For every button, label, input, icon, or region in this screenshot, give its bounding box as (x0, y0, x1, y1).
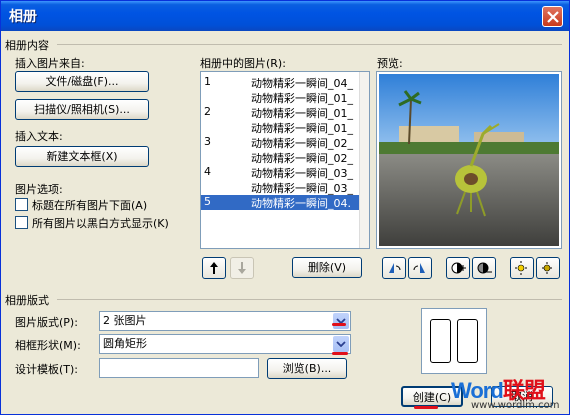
preview-pane (376, 71, 562, 249)
chevron-down-icon[interactable] (333, 336, 349, 352)
design-template-label: 设计模板(T): (15, 363, 79, 376)
contrast-up-button[interactable] (446, 257, 470, 279)
rotate-right-icon (413, 263, 425, 273)
rotate-right-button[interactable] (408, 257, 432, 279)
arrow-up-icon (210, 262, 218, 274)
window-title: 相册 (9, 9, 37, 25)
close-icon (547, 11, 559, 23)
list-item[interactable]: 4 动物精彩一瞬间_03_ (201, 165, 359, 180)
delete-button[interactable]: 删除(V) (292, 257, 362, 278)
brightness-icon (515, 261, 527, 275)
black-white-checkbox[interactable] (15, 216, 28, 229)
frame-shape-value: 圆角矩形 (103, 337, 147, 350)
watermark-url: www.wordlm.com (471, 400, 560, 411)
list-item[interactable]: 动物精彩一瞬间_02_ (201, 150, 359, 165)
captions-checkbox-label: 标题在所有图片下面(A) (32, 199, 148, 212)
chevron-down-icon[interactable] (333, 313, 349, 329)
brightness-down-button[interactable] (536, 257, 560, 279)
picture-layout-label: 图片版式(P): (15, 316, 78, 329)
move-down-button[interactable] (230, 257, 254, 279)
insert-from-label: 插入图片来自: (15, 57, 85, 70)
album-dialog: 相册 相册内容 插入图片来自: 文件/磁盘(F)... 扫描仪/照相机(S)..… (0, 0, 570, 415)
design-template-input[interactable] (99, 358, 259, 378)
move-up-button[interactable] (202, 257, 226, 279)
title-bar: 相册 (1, 1, 569, 31)
list-item[interactable]: 动物精彩一瞬间_01_ (201, 90, 359, 105)
insert-text-label: 插入文本: (15, 130, 63, 143)
listbox-scrollbar[interactable] (359, 72, 369, 248)
captions-checkbox[interactable] (15, 198, 28, 211)
layout-preview (421, 308, 487, 374)
annotation-mark (332, 352, 348, 355)
list-item[interactable]: 2 动物精彩一瞬间_01_ (201, 105, 359, 120)
frame-shape-select[interactable]: 圆角矩形 (99, 334, 351, 354)
pictures-list-label: 相册中的图片(R): (200, 57, 286, 70)
album-layout-section-label: 相册版式 (5, 294, 49, 307)
brightness-icon (542, 262, 552, 274)
list-item[interactable]: 3 动物精彩一瞬间_02_ (201, 135, 359, 150)
file-disk-button[interactable]: 文件/磁盘(F)... (15, 71, 149, 92)
rotate-left-icon (389, 263, 401, 273)
brightness-up-button[interactable] (510, 257, 534, 279)
section-divider (57, 44, 562, 45)
contrast-icon (451, 262, 466, 274)
contrast-icon (477, 262, 492, 274)
preview-label: 预览: (377, 57, 403, 70)
picture-options-label: 图片选项: (15, 183, 63, 196)
browse-button[interactable]: 浏览(B)... (267, 358, 347, 379)
close-button[interactable] (542, 6, 563, 27)
album-content-section-label: 相册内容 (5, 39, 49, 52)
annotation-mark (414, 406, 438, 409)
list-item-selected[interactable]: 5 动物精彩一瞬间_04. (201, 195, 359, 210)
frame-shape-label: 相框形状(M): (15, 339, 81, 352)
section-divider (57, 299, 562, 300)
layout-slot (430, 319, 451, 363)
contrast-down-button[interactable] (472, 257, 496, 279)
list-item[interactable]: 动物精彩一瞬间_03_ (201, 180, 359, 195)
picture-layout-select[interactable]: 2 张图片 (99, 311, 351, 331)
new-textbox-button[interactable]: 新建文本框(X) (15, 146, 149, 167)
scanner-camera-button[interactable]: 扫描仪/照相机(S)... (15, 99, 149, 120)
picture-layout-value: 2 张图片 (103, 314, 147, 327)
layout-slot (457, 319, 478, 363)
annotation-mark (332, 323, 346, 326)
rotate-left-button[interactable] (382, 257, 406, 279)
arrow-down-icon (238, 262, 246, 274)
black-white-checkbox-label: 所有图片以黑白方式显示(K) (32, 217, 169, 230)
list-item[interactable]: 1 动物精彩一瞬间_04_ (201, 75, 359, 90)
list-item[interactable]: 动物精彩一瞬间_01_ (201, 120, 359, 135)
pictures-listbox[interactable]: 1 动物精彩一瞬间_04_ 动物精彩一瞬间_01_ 2 动物精彩一瞬间_01_ 动物… (200, 71, 370, 249)
preview-photo (379, 74, 559, 246)
